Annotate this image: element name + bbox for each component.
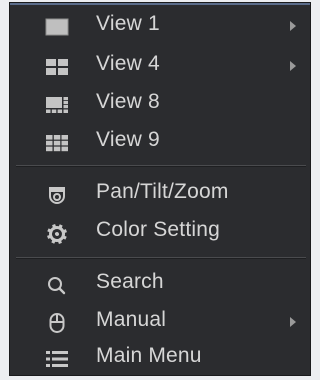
menu-item-ptz[interactable]: Pan/Tilt/Zoom [10,175,310,213]
menu-separator [16,257,306,259]
single-view-icon [44,14,70,40]
quad-view-icon [44,54,70,80]
menu-item-label: Main Menu [96,344,202,367]
search-icon [44,272,70,298]
menu-item-color-setting[interactable]: Color Setting [10,213,310,251]
gear-icon [44,220,70,246]
mouse-icon [44,310,70,336]
menu-separator [16,165,306,167]
ptz-camera-icon [44,182,70,208]
submenu-arrow-icon [288,59,298,73]
menu-item-main-menu[interactable]: Main Menu [10,339,310,377]
menu-item-label: Color Setting [96,218,220,241]
menu-item-label: View 8 [96,90,160,113]
context-menu: View 1 View 4 View 8 View 9 Pan/Tilt/Zoo… [10,3,310,375]
menu-item-manual[interactable]: Manual [10,303,310,341]
menu-item-label: Manual [96,308,167,331]
menu-item-label: Search [96,270,164,293]
menu-item-label: View 4 [96,52,160,75]
list-menu-icon [44,346,70,372]
menu-item-search[interactable]: Search [10,265,310,303]
menu-item-view-8[interactable]: View 8 [10,85,310,123]
submenu-arrow-icon [288,315,298,329]
menu-item-label: View 9 [96,128,160,151]
nine-view-icon [44,130,70,156]
eight-view-icon [44,92,70,118]
submenu-arrow-icon [288,19,298,33]
menu-item-view-1[interactable]: View 1 [10,7,310,45]
menu-item-view-4[interactable]: View 4 [10,47,310,85]
menu-item-view-9[interactable]: View 9 [10,123,310,161]
menu-item-label: View 1 [96,12,160,35]
menu-item-label: Pan/Tilt/Zoom [96,180,229,203]
